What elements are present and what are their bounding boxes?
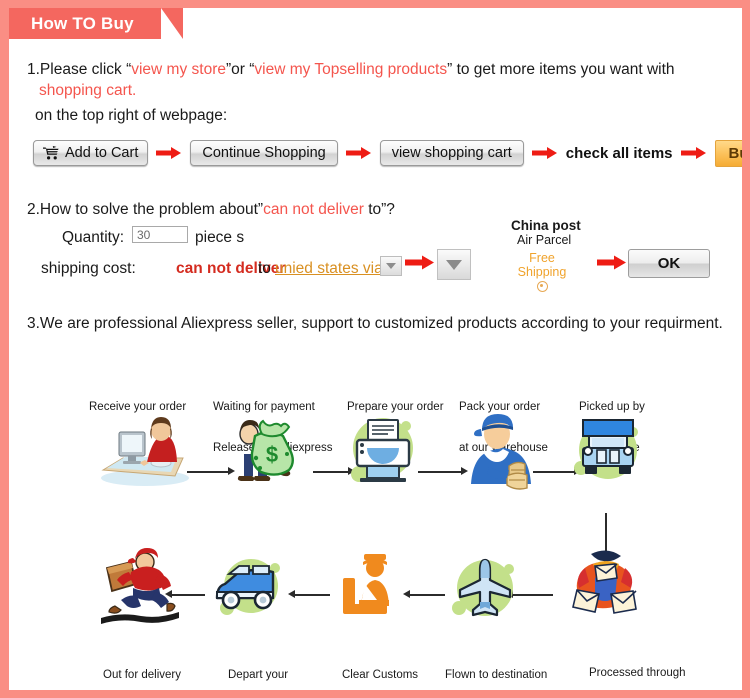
page-title: How TO Buy bbox=[31, 14, 134, 33]
money-bag-icon: $ bbox=[225, 410, 317, 490]
flow-label-line1: Processed through bbox=[589, 667, 686, 679]
warehouse-worker-icon bbox=[459, 410, 543, 490]
flow-connector-3 bbox=[418, 471, 462, 473]
quantity-label: Quantity: bbox=[62, 229, 125, 246]
carrier-service-label: Air Parcel bbox=[517, 233, 572, 247]
section3-line: 3.We are professional Aliexpress seller,… bbox=[27, 315, 723, 332]
flow-label-line1: Clear Customs bbox=[342, 669, 419, 681]
flow-label-sort-facility: Processed through sort facility bbox=[589, 640, 686, 690]
shipping-to-label: to bbox=[258, 260, 271, 277]
flow-label-depart-post-office: Depart your local post office bbox=[228, 642, 307, 690]
step-arrow-icon-1 bbox=[156, 146, 182, 160]
chevron-down-icon bbox=[386, 263, 396, 269]
flow-connector-6 bbox=[407, 594, 445, 596]
view-shopping-cart-button[interactable]: view shopping cart bbox=[379, 140, 524, 166]
section1-text-a: 1.Please click “ bbox=[27, 61, 132, 78]
step-arrow-icon-3 bbox=[531, 146, 558, 160]
page-frame: How TO Buy 1.Please click “view my store… bbox=[0, 0, 750, 698]
free-shipping-line2: Shipping bbox=[517, 265, 567, 279]
view-topselling-link[interactable]: view my Topselling products bbox=[254, 61, 447, 78]
buy-now-button[interactable]: Buy now bbox=[714, 139, 742, 167]
shipping-cost-label: shipping cost: bbox=[41, 260, 136, 277]
flow-connector-1 bbox=[187, 471, 229, 473]
continue-shopping-button[interactable]: Continue Shopping bbox=[190, 140, 338, 166]
flow-label-out-for-delivery: Out for delivery bbox=[103, 642, 181, 690]
flow-label-line1: Out for delivery bbox=[103, 669, 181, 681]
section1-line1: 1.Please click “view my store”or “view m… bbox=[27, 59, 675, 80]
shopping-cart-link[interactable]: shopping cart. bbox=[39, 80, 136, 101]
section1-text-b: ”or “ bbox=[225, 61, 255, 78]
radio-button-icon[interactable] bbox=[536, 281, 548, 292]
view-shopping-cart-label: view shopping cart bbox=[391, 145, 512, 161]
truck-icon bbox=[571, 410, 645, 486]
quantity-input[interactable] bbox=[132, 226, 188, 243]
section2-text-b: to”? bbox=[363, 201, 395, 218]
flow-label-line1: Flown to destination bbox=[445, 669, 548, 681]
customs-officer-icon bbox=[335, 550, 411, 626]
flow-label-line1: Receive your order bbox=[89, 401, 187, 413]
person-at-computer-icon bbox=[97, 416, 193, 488]
airplane-icon bbox=[449, 552, 521, 624]
continue-shopping-label: Continue Shopping bbox=[202, 145, 326, 161]
buy-now-label: Buy now bbox=[728, 144, 742, 162]
section2-text-a: 2.How to solve the problem about” bbox=[27, 201, 264, 218]
section2-arrow-icon-1 bbox=[405, 254, 435, 271]
country-dropdown[interactable] bbox=[380, 256, 402, 276]
header-banner: How TO Buy bbox=[9, 8, 742, 39]
flow-label-clear-customs: Clear Customs bbox=[342, 642, 418, 690]
destination-country-link[interactable]: unied states via bbox=[275, 258, 383, 279]
step-arrow-icon-2 bbox=[345, 146, 372, 160]
section2-line1: 2.How to solve the problem about”can not… bbox=[27, 199, 395, 220]
flow-label-line1: Depart your bbox=[228, 669, 289, 681]
ok-button[interactable]: OK bbox=[628, 249, 710, 278]
flow-label-flown-destination: Flown to destination country bbox=[445, 642, 547, 690]
check-all-items-label: check all items bbox=[565, 144, 673, 162]
shipping-method-dropdown[interactable] bbox=[437, 249, 471, 280]
step-arrow-icon-4 bbox=[680, 146, 707, 160]
delivery-van-icon bbox=[207, 554, 293, 624]
free-shipping-line1: Free bbox=[529, 251, 555, 265]
section1-text-c: ” to get more items you want with bbox=[447, 61, 675, 78]
chevron-down-icon-large bbox=[446, 259, 462, 270]
shopping-cart-icon bbox=[43, 146, 60, 160]
quantity-unit-label: piece s bbox=[195, 229, 245, 246]
banner-slope-shape bbox=[161, 8, 183, 39]
buy-steps-row: Add to Cart Continue Shopping view shopp… bbox=[33, 139, 742, 167]
mail-sorting-icon bbox=[565, 548, 647, 624]
running-courier-icon: EXPRESS bbox=[97, 544, 183, 628]
add-to-cart-label: Add to Cart bbox=[65, 145, 139, 161]
section1-line3: on the top right of webpage: bbox=[35, 107, 228, 124]
section2-cannot-deliver-red: can not deliver bbox=[263, 201, 364, 218]
free-shipping-option[interactable]: Free Shipping bbox=[514, 251, 570, 292]
shipping-process-flow: Receive your order Waiting for payment R… bbox=[9, 348, 742, 688]
printer-icon bbox=[343, 412, 423, 488]
svg-text:$: $ bbox=[266, 442, 278, 467]
page-content: How TO Buy 1.Please click “view my store… bbox=[9, 8, 742, 690]
add-to-cart-button[interactable]: Add to Cart bbox=[33, 140, 149, 166]
flow-connector-7 bbox=[292, 594, 330, 596]
ok-button-label: OK bbox=[657, 255, 681, 272]
view-my-store-link[interactable]: view my store bbox=[131, 61, 226, 78]
section2-arrow-icon-2 bbox=[597, 254, 627, 271]
